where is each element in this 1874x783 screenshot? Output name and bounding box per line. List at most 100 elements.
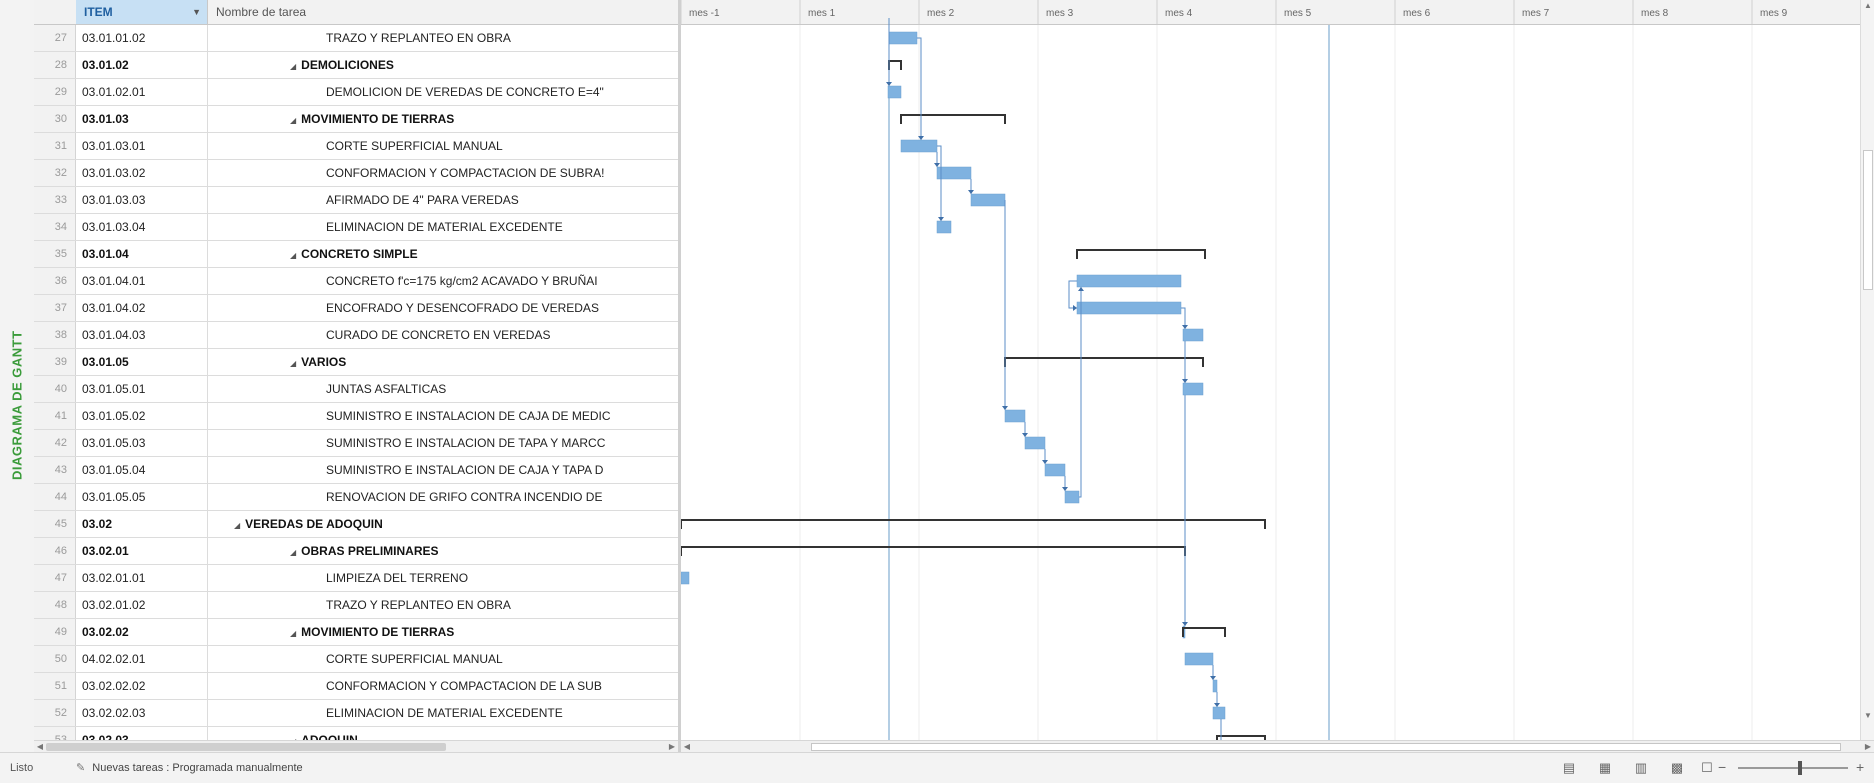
row-number[interactable]: 34 <box>34 214 76 240</box>
row-number[interactable]: 52 <box>34 700 76 726</box>
gantt-chart[interactable]: mes -1 mes 1 mes 2 mes 3 mes 4 mes 5 mes 6 mes … <box>681 0 1874 740</box>
summary-task-row[interactable]: 46 03.02.01 ◢ OBRAS PRELIMINARES <box>34 538 678 565</box>
item-code-cell[interactable]: 03.02.03 <box>76 727 208 740</box>
view-bar[interactable]: DIAGRAMA DE GANTT <box>0 0 35 752</box>
task-row[interactable]: 33 03.01.03.03 AFIRMADO DE 4" PARA VEREDAS <box>34 187 678 214</box>
row-number[interactable]: 38 <box>34 322 76 348</box>
summary-task-row[interactable]: 45 03.02 ◢ VEREDAS DE ADOQUIN <box>34 511 678 538</box>
task-row[interactable]: 43 03.01.05.04 SUMINISTRO E INSTALACION DE… <box>34 457 678 484</box>
task-name-cell[interactable]: ◢ VARIOS <box>208 349 678 375</box>
task-name-cell[interactable]: SUMINISTRO E INSTALACION DE CAJA Y TAPA … <box>208 457 678 483</box>
task-name-cell[interactable]: CONFORMACION Y COMPACTACION DE SUBRA! <box>208 160 678 186</box>
row-number[interactable]: 42 <box>34 430 76 456</box>
task-name-cell[interactable]: DEMOLICION DE VEREDAS DE CONCRETO E=4" <box>208 79 678 105</box>
task-name-cell[interactable]: AFIRMADO DE 4" PARA VEREDAS <box>208 187 678 213</box>
item-code-cell[interactable]: 03.01.05 <box>76 349 208 375</box>
task-name-cell[interactable]: SUMINISTRO E INSTALACION DE CAJA DE MEDI… <box>208 403 678 429</box>
collapse-arrow-icon[interactable]: ◢ <box>290 251 296 260</box>
item-code-cell[interactable]: 03.01.03.03 <box>76 187 208 213</box>
item-code-cell[interactable]: 03.02.02 <box>76 619 208 645</box>
task-name-cell[interactable]: SUMINISTRO E INSTALACION DE TAPA Y MARCC <box>208 430 678 456</box>
row-number[interactable]: 27 <box>34 25 76 51</box>
team-planner-icon[interactable]: ▥ <box>1632 759 1650 777</box>
zoom-slider[interactable] <box>1738 761 1848 775</box>
collapse-arrow-icon[interactable]: ◢ <box>290 62 296 71</box>
row-number[interactable]: 51 <box>34 673 76 699</box>
summary-task-row[interactable]: 30 03.01.03 ◢ MOVIMIENTO DE TIERRAS <box>34 106 678 133</box>
task-row[interactable]: 44 03.01.05.05 RENOVACION DE GRIFO CONTRA … <box>34 484 678 511</box>
task-name-cell[interactable]: ◢ VEREDAS DE ADOQUIN <box>208 511 678 537</box>
vertical-scroll-thumb[interactable] <box>1863 150 1873 290</box>
collapse-arrow-icon[interactable]: ◢ <box>290 359 296 368</box>
summary-task-row[interactable]: 49 03.02.02 ◢ MOVIMIENTO DE TIERRAS <box>34 619 678 646</box>
row-number[interactable]: 44 <box>34 484 76 510</box>
task-row[interactable]: 27 03.01.01.02 TRAZO Y REPLANTEO EN OBRA <box>34 25 678 52</box>
row-number[interactable]: 28 <box>34 52 76 78</box>
item-code-cell[interactable]: 03.01.04.02 <box>76 295 208 321</box>
task-row[interactable]: 52 03.02.02.03 ELIMINACION DE MATERIAL EXC… <box>34 700 678 727</box>
row-number[interactable]: 49 <box>34 619 76 645</box>
task-row[interactable]: 31 03.01.03.01 CORTE SUPERFICIAL MANUAL <box>34 133 678 160</box>
item-code-cell[interactable]: 03.02.01 <box>76 538 208 564</box>
row-number[interactable]: 43 <box>34 457 76 483</box>
gantt-view-icon[interactable]: ▤ <box>1560 759 1578 777</box>
column-header-item[interactable]: ITEM ▼ <box>76 0 208 24</box>
task-row[interactable]: 37 03.01.04.02 ENCOFRADO Y DESENCOFRADO DE… <box>34 295 678 322</box>
item-code-cell[interactable]: 03.01.05.02 <box>76 403 208 429</box>
resource-sheet-icon[interactable]: ▩ <box>1668 759 1686 777</box>
task-row[interactable]: 42 03.01.05.03 SUMINISTRO E INSTALACION DE… <box>34 430 678 457</box>
task-row[interactable]: 36 03.01.04.01 CONCRETO f'c=175 kg/cm2 ACA… <box>34 268 678 295</box>
summary-task-row[interactable]: 39 03.01.05 ◢ VARIOS <box>34 349 678 376</box>
task-row[interactable]: 34 03.01.03.04 ELIMINACION DE MATERIAL EXC… <box>34 214 678 241</box>
vertical-scrollbar[interactable]: ▲ ▼ <box>1860 0 1874 740</box>
report-icon[interactable]: ☐ <box>1698 759 1716 777</box>
collapse-arrow-icon[interactable]: ◢ <box>234 521 240 530</box>
task-row[interactable]: 47 03.02.01.01 LIMPIEZA DEL TERRENO <box>34 565 678 592</box>
item-code-cell[interactable]: 04.02.02.01 <box>76 646 208 672</box>
item-code-cell[interactable]: 03.01.03.04 <box>76 214 208 240</box>
zoom-in-icon[interactable]: + <box>1856 759 1864 775</box>
column-header-task-name[interactable]: Nombre de tarea <box>208 0 678 24</box>
task-name-cell[interactable]: TRAZO Y REPLANTEO EN OBRA <box>208 25 678 51</box>
gantt-scroll-thumb[interactable] <box>811 743 1841 751</box>
item-code-cell[interactable]: 03.01.05.05 <box>76 484 208 510</box>
task-name-cell[interactable]: ◢ MOVIMIENTO DE TIERRAS <box>208 619 678 645</box>
item-code-cell[interactable]: 03.02.01.01 <box>76 565 208 591</box>
item-code-cell[interactable]: 03.01.05.03 <box>76 430 208 456</box>
row-number[interactable]: 32 <box>34 160 76 186</box>
item-code-cell[interactable]: 03.01.03 <box>76 106 208 132</box>
collapse-arrow-icon[interactable]: ◢ <box>290 629 296 638</box>
collapse-arrow-icon[interactable]: ◢ <box>290 548 296 557</box>
item-code-cell[interactable]: 03.01.05.04 <box>76 457 208 483</box>
zoom-slider-thumb[interactable] <box>1798 761 1802 775</box>
task-row[interactable]: 29 03.01.02.01 DEMOLICION DE VEREDAS DE CO… <box>34 79 678 106</box>
task-name-cell[interactable]: TRAZO Y REPLANTEO EN OBRA <box>208 592 678 618</box>
row-number[interactable]: 46 <box>34 538 76 564</box>
item-code-cell[interactable]: 03.01.03.02 <box>76 160 208 186</box>
task-name-cell[interactable]: CORTE SUPERFICIAL MANUAL <box>208 646 678 672</box>
table-scroll-thumb[interactable] <box>46 743 446 751</box>
task-name-cell[interactable]: CORTE SUPERFICIAL MANUAL <box>208 133 678 159</box>
select-all-corner[interactable] <box>34 0 77 24</box>
dropdown-arrow-icon[interactable]: ▼ <box>192 0 201 24</box>
collapse-arrow-icon[interactable]: ◢ <box>290 116 296 125</box>
task-name-cell[interactable]: ◢ CONCRETO SIMPLE <box>208 241 678 267</box>
task-name-cell[interactable]: CURADO DE CONCRETO EN VEREDAS <box>208 322 678 348</box>
row-number[interactable]: 35 <box>34 241 76 267</box>
item-code-cell[interactable]: 03.01.05.01 <box>76 376 208 402</box>
task-row[interactable]: 38 03.01.04.03 CURADO DE CONCRETO EN VERED… <box>34 322 678 349</box>
item-code-cell[interactable]: 03.01.01.02 <box>76 25 208 51</box>
task-name-cell[interactable]: ◢ OBRAS PRELIMINARES <box>208 538 678 564</box>
task-row[interactable]: 51 03.02.02.02 CONFORMACION Y COMPACTACION… <box>34 673 678 700</box>
row-number[interactable]: 39 <box>34 349 76 375</box>
row-number[interactable]: 36 <box>34 268 76 294</box>
row-number[interactable]: 50 <box>34 646 76 672</box>
row-number[interactable]: 31 <box>34 133 76 159</box>
task-name-cell[interactable]: RENOVACION DE GRIFO CONTRA INCENDIO DE <box>208 484 678 510</box>
item-code-cell[interactable]: 03.02.01.02 <box>76 592 208 618</box>
item-code-cell[interactable]: 03.01.02.01 <box>76 79 208 105</box>
scroll-down-icon[interactable]: ▼ <box>1862 710 1874 722</box>
task-name-cell[interactable]: ELIMINACION DE MATERIAL EXCEDENTE <box>208 214 678 240</box>
row-number[interactable]: 37 <box>34 295 76 321</box>
item-code-cell[interactable]: 03.01.04 <box>76 241 208 267</box>
